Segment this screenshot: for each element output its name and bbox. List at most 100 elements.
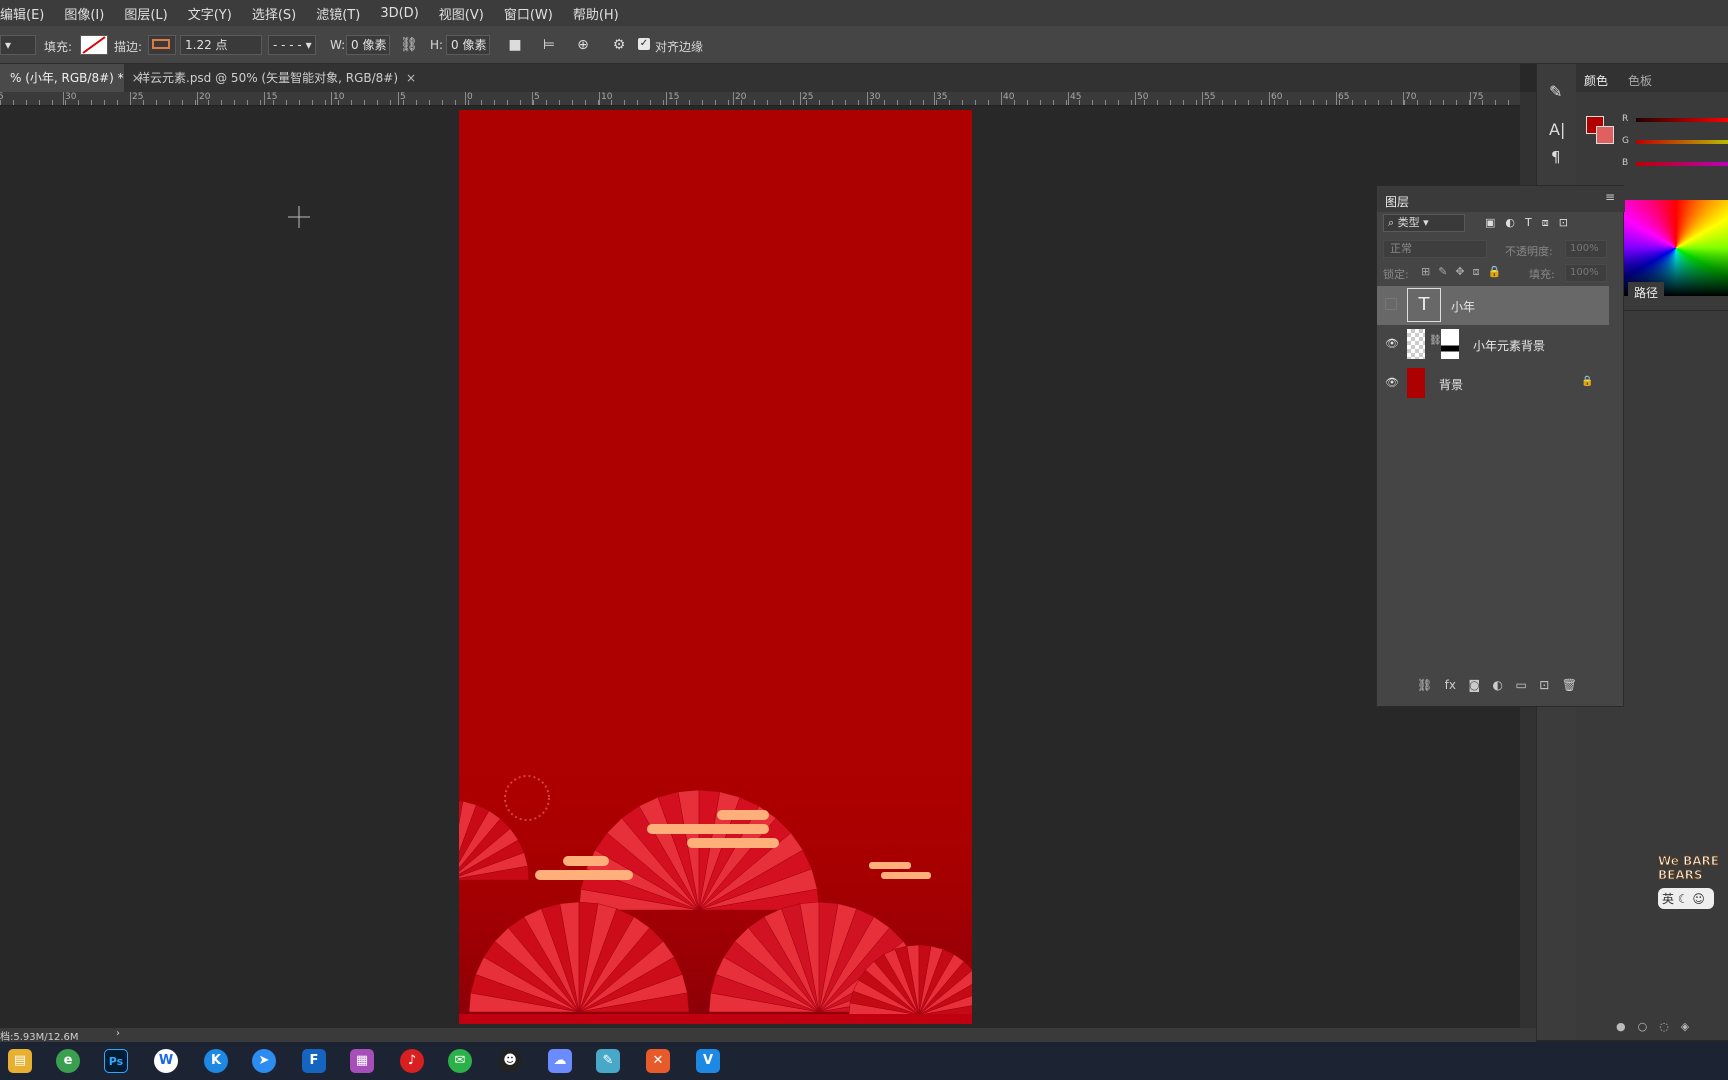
ruler-minor-tick xyxy=(715,100,716,105)
adjustment-layer-icon[interactable]: ◐ xyxy=(1493,678,1503,692)
browser-icon[interactable]: e xyxy=(56,1049,80,1073)
ruler-minor-tick xyxy=(793,100,794,105)
eye-icon[interactable]: 👁 xyxy=(1385,376,1399,390)
menu-item[interactable]: 选择(S) xyxy=(252,4,296,23)
layers-panel-title[interactable]: 图层 xyxy=(1385,193,1409,210)
menu-item[interactable]: 编辑(E) xyxy=(0,4,44,23)
new-group-icon[interactable]: ▭ xyxy=(1515,678,1526,692)
canvas-area[interactable] xyxy=(0,106,1520,1028)
ruler-minor-tick xyxy=(988,100,989,105)
fill-field[interactable]: 100% xyxy=(1565,264,1607,282)
opacity-field[interactable]: 100% xyxy=(1565,240,1607,258)
menu-item[interactable]: 3D(D) xyxy=(380,6,418,21)
channel-r-label: R xyxy=(1622,114,1629,124)
ruler-minor-tick xyxy=(780,100,781,105)
eye-icon[interactable]: 👁 xyxy=(1385,337,1399,351)
qq-icon[interactable]: ☻ xyxy=(498,1049,522,1073)
fill-swatch[interactable] xyxy=(80,35,108,55)
paragraph-panel-icon[interactable]: ¶ xyxy=(1551,148,1561,166)
ruler-label: 15 xyxy=(668,92,680,102)
sticker-overlay: We BARE BEARS 英 ☾ ☺ xyxy=(1658,854,1728,934)
lock-icon[interactable]: 🔒 xyxy=(1581,376,1593,387)
menu-item[interactable]: 帮助(H) xyxy=(573,4,619,23)
photoshop-icon[interactable]: Ps xyxy=(104,1049,128,1073)
tool-preset-picker[interactable]: ▾ xyxy=(0,35,36,55)
menu-item[interactable]: 窗口(W) xyxy=(504,4,553,23)
design-app-icon[interactable]: ▦ xyxy=(350,1049,374,1073)
cloud-app-icon[interactable]: ☁ xyxy=(548,1049,572,1073)
stroke-width-field[interactable]: 1.22 点 xyxy=(180,35,262,55)
ruler-minor-tick xyxy=(637,100,638,105)
netease-music-icon[interactable]: ♪ xyxy=(400,1049,424,1073)
link-dimensions-icon[interactable]: ⛓ xyxy=(398,35,420,55)
fx-icon[interactable]: fx xyxy=(1445,678,1456,692)
trash-icon[interactable]: 🗑 xyxy=(1562,678,1577,692)
chevron-right-icon[interactable]: › xyxy=(116,1028,120,1039)
channel-r-slider[interactable] xyxy=(1636,118,1728,122)
ime-indicator[interactable]: 英 ☾ ☺ xyxy=(1658,888,1714,909)
character-panel-icon[interactable]: A| xyxy=(1549,120,1565,139)
height-field[interactable]: 0 像素 xyxy=(446,35,490,55)
ruler-minor-tick xyxy=(494,100,495,105)
add-mask-icon[interactable]: ◙ xyxy=(1468,678,1480,692)
visibility-toggle[interactable] xyxy=(1385,298,1397,310)
layer-row-smart-object[interactable]: 👁 ⛓ 小年元素背景 xyxy=(1377,325,1609,364)
tab-document-xiaonian[interactable]: % (小年, RGB/8#) * × xyxy=(0,64,142,92)
ruler-minor-tick xyxy=(1365,100,1366,105)
wechat-icon[interactable]: ✉ xyxy=(448,1049,472,1073)
layer-filter-dropdown[interactable]: ⌕ 类型 ▾ xyxy=(1383,214,1465,232)
menu-item[interactable]: 图像(I) xyxy=(64,4,104,23)
menu-item[interactable]: 滤镜(T) xyxy=(316,4,360,23)
ruler-minor-tick xyxy=(728,100,729,105)
file-explorer-icon[interactable]: ▤ xyxy=(8,1049,32,1073)
stroke-swatch[interactable] xyxy=(148,35,176,55)
tab-document-xiangyun[interactable]: 祥云元素.psd @ 50% (矢量智能对象, RGB/8#) × xyxy=(128,64,426,92)
fill-label: 填充: xyxy=(1529,268,1555,281)
feishu-icon[interactable]: ➤ xyxy=(252,1049,276,1073)
k-app-icon[interactable]: K xyxy=(204,1049,228,1073)
blend-mode-dropdown[interactable]: 正常 xyxy=(1383,240,1487,258)
ruler-minor-tick xyxy=(1131,100,1132,105)
channel-g-slider[interactable] xyxy=(1636,140,1728,144)
menu-item[interactable]: 视图(V) xyxy=(439,4,484,23)
path-arrangement-icon[interactable]: ⊕ xyxy=(572,35,594,55)
background-color-swatch[interactable] xyxy=(1596,126,1614,144)
tab-color[interactable]: 颜色 xyxy=(1584,72,1608,89)
vip-app-icon[interactable]: V xyxy=(696,1049,720,1073)
text-layer-thumbnail: T xyxy=(1407,288,1441,322)
align-edges-checkbox[interactable]: ✓ xyxy=(638,38,650,50)
ruler-tick xyxy=(666,92,667,105)
chinese-fans-clouds-artwork xyxy=(459,750,972,1024)
ruler-minor-tick xyxy=(299,100,300,105)
channel-b-slider[interactable] xyxy=(1636,162,1728,166)
ruler-minor-tick xyxy=(52,100,53,105)
link-layers-icon[interactable]: ⛓ xyxy=(1417,678,1432,692)
gear-icon[interactable]: ⚙ xyxy=(608,35,630,55)
crosshair-cursor-icon xyxy=(288,206,310,228)
tab-swatches[interactable]: 色板 xyxy=(1628,72,1652,89)
panel-menu-icon[interactable]: ≡ xyxy=(1605,190,1615,204)
wps-icon[interactable]: W xyxy=(154,1049,178,1073)
layer-row-text[interactable]: T 小年 xyxy=(1377,286,1609,325)
filter-icons[interactable]: ▣◐T⧈⊡ xyxy=(1485,216,1578,230)
layer-row-background[interactable]: 👁 背景 🔒 xyxy=(1377,364,1609,403)
ruler-minor-tick xyxy=(78,100,79,105)
ruler-minor-tick xyxy=(247,100,248,105)
x-app-icon[interactable]: ✕ xyxy=(646,1049,670,1073)
width-field[interactable]: 0 像素 xyxy=(346,35,390,55)
close-icon[interactable]: × xyxy=(406,71,416,85)
ruler-minor-tick xyxy=(1040,100,1041,105)
notes-app-icon[interactable]: ✎ xyxy=(596,1049,620,1073)
stroke-type-dropdown[interactable]: - - - - ▾ xyxy=(268,35,316,55)
new-layer-icon[interactable]: ⊡ xyxy=(1539,678,1549,692)
artboard[interactable] xyxy=(459,110,972,1024)
properties-panel-icon[interactable]: ✎ xyxy=(1549,82,1562,101)
tab-paths[interactable]: 路径 xyxy=(1628,282,1665,303)
menu-item[interactable]: 文字(Y) xyxy=(188,4,232,23)
path-operations-icon[interactable]: ■ xyxy=(504,35,526,55)
menu-item[interactable]: 图层(L) xyxy=(124,4,167,23)
path-alignment-icon[interactable]: ⊨ xyxy=(538,35,560,55)
f-app-icon[interactable]: F xyxy=(302,1049,326,1073)
ruler-minor-tick xyxy=(910,100,911,105)
lock-icons[interactable]: ⊞✎✥⧈🔒 xyxy=(1421,265,1509,279)
